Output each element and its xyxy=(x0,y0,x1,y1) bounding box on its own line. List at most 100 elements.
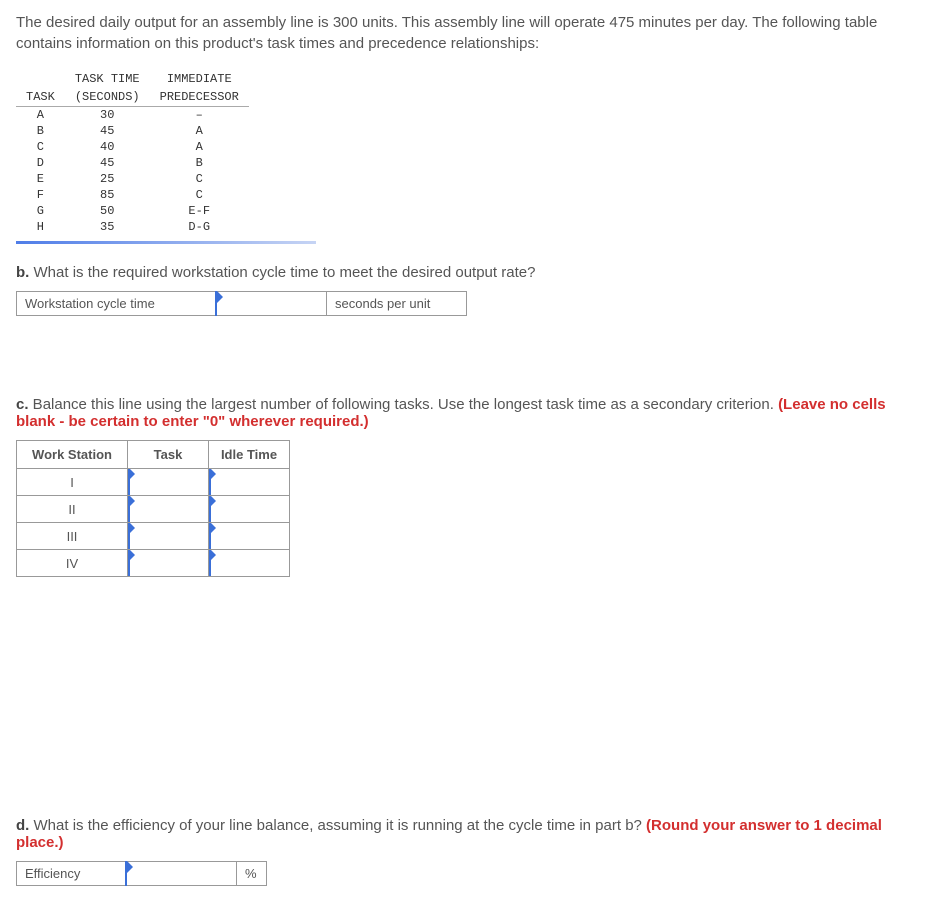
ws-idle-input[interactable] xyxy=(209,496,289,522)
ws-task-input[interactable] xyxy=(128,496,208,522)
task-precedence-table: TASK TIME IMMEDIATE TASK (SECONDS) PREDE… xyxy=(16,70,249,235)
table-row: IV xyxy=(17,550,290,577)
table-divider xyxy=(16,241,316,244)
ws-task-cell xyxy=(128,496,209,523)
table-cell: A xyxy=(150,139,249,155)
table-cell: 30 xyxy=(65,107,150,124)
ws-row-label: IV xyxy=(17,550,128,577)
table-cell: C xyxy=(150,171,249,187)
table-cell: 35 xyxy=(65,219,150,235)
table-cell: – xyxy=(150,107,249,124)
question-b-prefix: b. xyxy=(16,264,29,281)
question-c-prefix: c. xyxy=(16,396,29,413)
ws-th-idle: Idle Time xyxy=(209,441,290,469)
table-cell: C xyxy=(16,139,65,155)
table-row: F85C xyxy=(16,187,249,203)
table-cell: A xyxy=(16,107,65,124)
th-time-top: TASK TIME xyxy=(65,70,150,88)
table-row: A30– xyxy=(16,107,249,124)
th-task-top xyxy=(16,70,65,88)
table-cell: B xyxy=(16,123,65,139)
table-row: H35D-G xyxy=(16,219,249,235)
table-cell: 45 xyxy=(65,155,150,171)
table-cell: E-F xyxy=(150,203,249,219)
efficiency-unit: % xyxy=(237,861,267,886)
question-d-prefix: d. xyxy=(16,817,29,834)
question-b: b. What is the required workstation cycl… xyxy=(16,264,915,281)
cycle-time-unit: seconds per unit xyxy=(327,291,467,316)
input-marker-icon xyxy=(130,550,135,560)
task-table-body: A30–B45AC40AD45BE25CF85CG50E-FH35D-G xyxy=(16,107,249,236)
ws-th-station: Work Station xyxy=(17,441,128,469)
table-cell: D xyxy=(16,155,65,171)
input-marker-icon xyxy=(211,496,216,506)
answer-row-b: Workstation cycle time seconds per unit xyxy=(16,291,915,316)
input-marker-icon xyxy=(217,291,223,303)
efficiency-input[interactable] xyxy=(126,862,236,885)
input-marker-icon xyxy=(127,861,133,873)
input-marker-icon xyxy=(130,523,135,533)
table-row: C40A xyxy=(16,139,249,155)
table-cell: F xyxy=(16,187,65,203)
table-row: E25C xyxy=(16,171,249,187)
cycle-time-input[interactable] xyxy=(216,292,326,315)
ws-row-label: II xyxy=(17,496,128,523)
table-cell: 50 xyxy=(65,203,150,219)
table-cell: G xyxy=(16,203,65,219)
ws-idle-input[interactable] xyxy=(209,523,289,549)
ws-task-input[interactable] xyxy=(128,550,208,576)
ws-task-cell xyxy=(128,550,209,577)
efficiency-label: Efficiency xyxy=(16,861,126,886)
table-cell: A xyxy=(150,123,249,139)
cycle-time-label: Workstation cycle time xyxy=(16,291,216,316)
table-cell: H xyxy=(16,219,65,235)
table-row: B45A xyxy=(16,123,249,139)
answer-row-d: Efficiency % xyxy=(16,861,915,886)
question-c-text: Balance this line using the largest numb… xyxy=(29,396,779,413)
th-pred-top: IMMEDIATE xyxy=(150,70,249,88)
ws-idle-cell xyxy=(209,496,290,523)
table-cell: 25 xyxy=(65,171,150,187)
ws-task-input[interactable] xyxy=(128,523,208,549)
table-cell: B xyxy=(150,155,249,171)
table-cell: C xyxy=(150,187,249,203)
cycle-time-input-wrap xyxy=(216,291,327,316)
ws-idle-input[interactable] xyxy=(209,469,289,495)
ws-idle-cell xyxy=(209,550,290,577)
ws-idle-input[interactable] xyxy=(209,550,289,576)
table-row: II xyxy=(17,496,290,523)
table-cell: 40 xyxy=(65,139,150,155)
intro-text: The desired daily output for an assembly… xyxy=(16,12,915,54)
ws-idle-cell xyxy=(209,523,290,550)
question-d: d. What is the efficiency of your line b… xyxy=(16,817,915,851)
question-d-text: What is the efficiency of your line bala… xyxy=(29,817,646,834)
ws-task-cell xyxy=(128,469,209,496)
ws-table-body: IIIIIIIV xyxy=(17,469,290,577)
question-c: c. Balance this line using the largest n… xyxy=(16,396,915,430)
table-row: G50E-F xyxy=(16,203,249,219)
table-row: D45B xyxy=(16,155,249,171)
table-row: I xyxy=(17,469,290,496)
ws-row-label: I xyxy=(17,469,128,496)
th-pred: PREDECESSOR xyxy=(150,88,249,107)
input-marker-icon xyxy=(211,550,216,560)
ws-task-cell xyxy=(128,523,209,550)
workstation-table: Work Station Task Idle Time IIIIIIIV xyxy=(16,440,290,577)
ws-row-label: III xyxy=(17,523,128,550)
table-cell: D-G xyxy=(150,219,249,235)
table-row: III xyxy=(17,523,290,550)
th-time: (SECONDS) xyxy=(65,88,150,107)
input-marker-icon xyxy=(130,469,135,479)
ws-task-input[interactable] xyxy=(128,469,208,495)
input-marker-icon xyxy=(211,469,216,479)
input-marker-icon xyxy=(130,496,135,506)
ws-idle-cell xyxy=(209,469,290,496)
input-marker-icon xyxy=(211,523,216,533)
efficiency-input-wrap xyxy=(126,861,237,886)
table-cell: 85 xyxy=(65,187,150,203)
th-task: TASK xyxy=(16,88,65,107)
question-b-text: What is the required workstation cycle t… xyxy=(29,264,535,281)
ws-th-task: Task xyxy=(128,441,209,469)
table-cell: E xyxy=(16,171,65,187)
table-cell: 45 xyxy=(65,123,150,139)
